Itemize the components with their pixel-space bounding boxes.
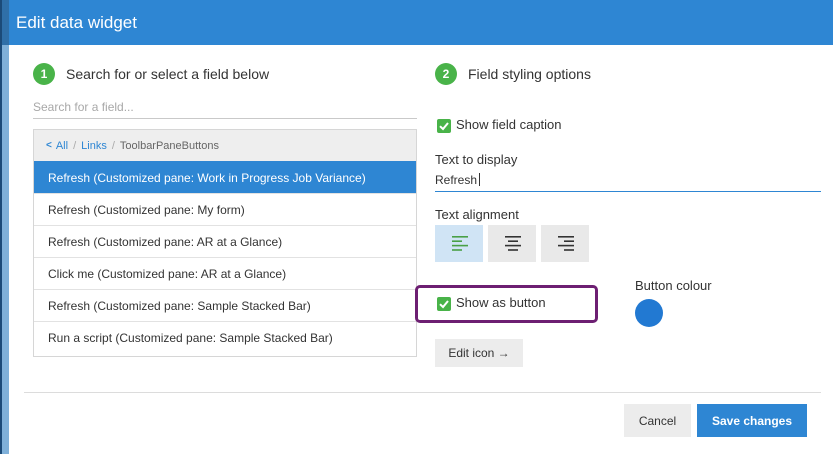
dialog-title: Edit data widget [16, 13, 137, 32]
step-1-heading: Search for or select a field below [66, 66, 270, 82]
align-left-button[interactable] [435, 225, 483, 262]
show-as-button-checkbox[interactable] [437, 297, 451, 311]
list-item[interactable]: Run a script (Customized pane: Sample St… [34, 321, 416, 353]
list-item-label: Refresh (Customized pane: Work in Progre… [48, 170, 366, 185]
breadcrumb: < All / Links / ToolbarPaneButtons [34, 130, 416, 161]
save-changes-button[interactable]: Save changes [697, 404, 807, 437]
align-center-icon [505, 236, 521, 251]
text-to-display-value: Refresh [435, 173, 478, 187]
edit-icon-button[interactable]: Edit icon → [435, 339, 523, 367]
checkmark-icon [439, 122, 449, 131]
align-right-icon [558, 236, 574, 251]
align-right-button[interactable] [541, 225, 589, 262]
align-left-icon [452, 236, 468, 251]
list-item[interactable]: Click me (Customized pane: AR at a Glanc… [34, 257, 416, 289]
cancel-button[interactable]: Cancel [624, 404, 691, 437]
list-item-label: Refresh (Customized pane: My form) [48, 202, 245, 217]
list-item[interactable]: Refresh (Customized pane: Sample Stacked… [34, 289, 416, 321]
field-list: < All / Links / ToolbarPaneButtons Refre… [33, 129, 417, 357]
footer-divider [24, 392, 821, 393]
breadcrumb-links[interactable]: Links [81, 140, 107, 152]
chevron-left-icon[interactable]: < [46, 140, 52, 151]
button-colour-label: Button colour [635, 278, 712, 293]
list-item[interactable]: Refresh (Customized pane: My form) [34, 193, 416, 225]
list-item[interactable]: Refresh (Customized pane: AR at a Glance… [34, 225, 416, 257]
breadcrumb-separator: / [111, 139, 115, 152]
show-as-button-label: Show as button [456, 295, 546, 310]
text-to-display-label: Text to display [435, 152, 518, 167]
window-edge-light [2, 45, 9, 454]
align-center-button[interactable] [488, 225, 536, 262]
list-item-label: Click me (Customized pane: AR at a Glanc… [48, 266, 287, 281]
text-to-display-input[interactable]: Refresh [435, 170, 821, 192]
breadcrumb-separator: / [73, 139, 77, 152]
show-field-caption-checkbox[interactable] [437, 119, 451, 133]
checkmark-icon [439, 300, 449, 309]
dialog-titlebar: Edit data widget [9, 0, 833, 45]
show-field-caption-label: Show field caption [456, 117, 562, 132]
step-1-badge: 1 [33, 63, 55, 85]
background-window-edge [0, 0, 9, 454]
list-item-label: Refresh (Customized pane: AR at a Glance… [48, 234, 283, 249]
button-colour-swatch[interactable] [635, 299, 663, 327]
list-item-selected[interactable]: Refresh (Customized pane: Work in Progre… [34, 161, 416, 193]
text-alignment-label: Text alignment [435, 207, 519, 222]
text-caret [479, 173, 481, 186]
step-2-heading: Field styling options [468, 66, 591, 82]
breadcrumb-all[interactable]: All [56, 140, 68, 152]
step-2-badge: 2 [435, 63, 457, 85]
list-item-label: Run a script (Customized pane: Sample St… [48, 330, 333, 345]
list-item-label: Refresh (Customized pane: Sample Stacked… [48, 298, 311, 313]
field-search-input[interactable] [33, 95, 417, 119]
breadcrumb-current: ToolbarPaneButtons [119, 139, 219, 152]
